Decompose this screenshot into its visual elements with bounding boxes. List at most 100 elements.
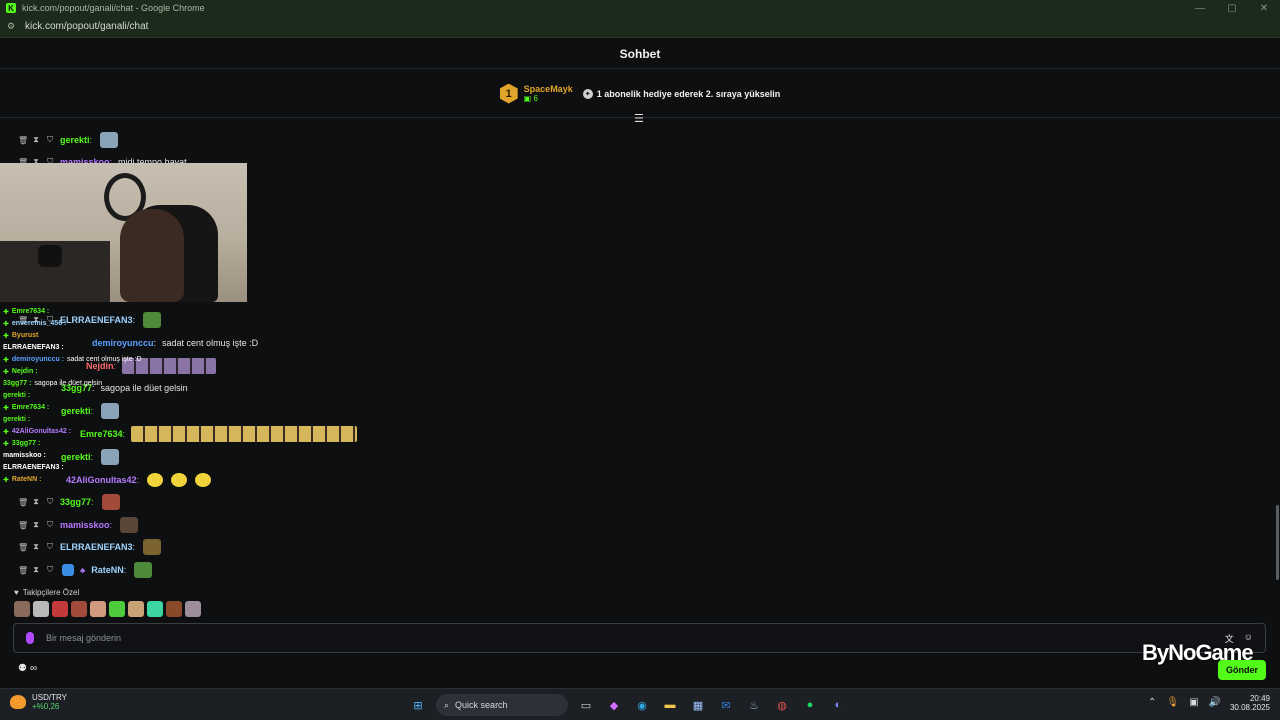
emote[interactable] (52, 601, 68, 617)
ban-icon[interactable]: ⛉ (46, 565, 54, 575)
maximize-button[interactable]: ▢ (1216, 3, 1248, 14)
overlay-line: ✚ enveremis_456 : (3, 320, 67, 328)
timeout-icon[interactable]: ⧗ (32, 497, 40, 507)
delete-icon[interactable]: 🗑 (18, 543, 28, 552)
emote[interactable] (109, 601, 125, 617)
chat-username[interactable]: RateNN (91, 565, 124, 575)
title-bar: K kick.com/popout/ganali/chat - Google C… (0, 0, 1280, 16)
address-bar[interactable]: ⚙ kick.com/popout/ganali/chat (0, 16, 1280, 38)
task-view-icon[interactable]: ▭ (576, 695, 596, 715)
tray-chevron-icon[interactable]: ⌃ (1148, 697, 1156, 708)
file-explorer-icon[interactable]: ▬ (660, 695, 680, 715)
ban-icon[interactable]: ⛉ (46, 135, 54, 145)
ticker-change: +%0,26 (32, 702, 60, 711)
ticker-widget[interactable]: USD/TRY +%0,26 (10, 693, 67, 711)
ticker-name: USD/TRY (32, 693, 67, 702)
chat-message[interactable]: 🗑 ⧗ ⛉ ♣ RateNN: (18, 560, 153, 580)
network-icon[interactable]: ▣ (1189, 697, 1198, 708)
streamer (120, 209, 184, 302)
chat-username[interactable]: 33gg77 (60, 497, 91, 507)
chat-scrollbar[interactable] (1276, 505, 1279, 580)
overlay-line: ✚ 42AliGonultas42 : (3, 428, 72, 436)
overlay-user: 42AliGonultas42 : (11, 428, 72, 435)
ban-icon[interactable]: ⛉ (46, 520, 54, 530)
chat-username[interactable]: ELRRAENEFAN3 (60, 542, 133, 552)
top-gifter[interactable]: SpaceMayk ▣ 6 (524, 84, 573, 103)
delete-icon[interactable]: 🗑 (18, 136, 28, 145)
spotify-icon[interactable]: ● (800, 695, 820, 715)
taskbar-search[interactable]: ⌕ Quick search (436, 694, 568, 716)
timeout-icon[interactable]: ⧗ (32, 565, 40, 575)
emote[interactable] (100, 132, 119, 148)
windows-start-icon[interactable]: ⊞ (408, 695, 428, 715)
delete-icon[interactable]: 🗑 (18, 521, 28, 530)
chat-message[interactable]: 🗑 ⧗ ⛉ 33gg77: (18, 492, 120, 512)
top-gifter-name[interactable]: SpaceMayk (524, 84, 573, 94)
taskbar: USD/TRY +%0,26 ⊞ ⌕ Quick search ▭ ◆ ◉ ▬ … (0, 688, 1280, 720)
tray-microphone-icon[interactable]: 🎙 (1166, 697, 1179, 708)
outlook-icon[interactable]: ✉ (716, 695, 736, 715)
chrome-icon[interactable]: ◍ (772, 695, 792, 715)
overlay-line: ✚ 33gg77 : (3, 440, 41, 448)
clock[interactable]: 20:49 30.08.2025 (1228, 694, 1270, 712)
overlay-user: Emre7634 : (11, 308, 50, 315)
delete-icon[interactable]: 🗑 (18, 498, 28, 507)
overlay-line: ✚ demiroyunccu : sadat cent olmuş işte :D (3, 356, 142, 364)
overlay-user: enveremis_456 : (11, 320, 67, 327)
url-text[interactable]: kick.com/popout/ganali/chat (25, 21, 148, 32)
emote[interactable] (185, 601, 201, 617)
site-settings-icon[interactable]: ⚙ (7, 21, 21, 32)
emote[interactable] (143, 539, 162, 555)
emote[interactable] (166, 601, 182, 617)
discord-icon[interactable]: ◐ (828, 695, 848, 715)
message-input[interactable]: Bir mesaj gönderin 文 ☺ (13, 623, 1266, 653)
overlay-user: 33gg77 : (3, 380, 32, 387)
timeout-icon[interactable]: ⧗ (32, 135, 40, 145)
overlay-user: demiroyunccu : (11, 356, 64, 363)
overlay-user: Emre7634 : (11, 404, 50, 411)
gift-leaderboard[interactable]: 1 SpaceMayk ▣ 6 ✦ 1 abonelik hediye eder… (0, 70, 1280, 118)
emote-bar (14, 601, 201, 617)
chat-message[interactable]: 🗑 ⧗ ⛉ gerekti: (18, 130, 119, 150)
volume-icon[interactable]: 🔊 (1209, 697, 1221, 708)
steam-icon[interactable]: ♨ (744, 695, 764, 715)
store-icon[interactable]: ▦ (688, 695, 708, 715)
overlay-line: ✚ RateNN : (3, 476, 42, 484)
delete-icon[interactable]: 🗑 (18, 566, 28, 575)
overlay-line: ✚ Emre7634 : (3, 308, 50, 316)
close-button[interactable]: ✕ (1248, 3, 1280, 14)
channel-points[interactable]: ⚉ ∞ (18, 663, 37, 674)
sub-badge-icon: ♣ (80, 565, 86, 575)
emote[interactable] (101, 494, 120, 510)
send-button[interactable]: Gönder (1218, 660, 1266, 680)
emote[interactable] (128, 601, 144, 617)
overlay-line: ✚ Nejdin : (3, 368, 38, 376)
emote[interactable] (120, 517, 139, 533)
overlay-line: gerekti : (3, 414, 30, 425)
copilot-icon[interactable]: ◆ (604, 695, 624, 715)
edge-icon[interactable]: ◉ (632, 695, 652, 715)
emote[interactable] (71, 601, 87, 617)
chat-username[interactable]: mamisskoo (60, 520, 110, 530)
timeout-icon[interactable]: ⧗ (32, 520, 40, 530)
chat-message[interactable]: 🗑 ⧗ ⛉ ELRRAENEFAN3: (18, 537, 162, 557)
ban-icon[interactable]: ⛉ (46, 497, 54, 507)
chrome-window: K kick.com/popout/ganali/chat - Google C… (0, 0, 1280, 720)
emote[interactable] (33, 601, 49, 617)
microphone-icon[interactable] (26, 632, 34, 644)
chat-message[interactable]: 🗑 ⧗ ⛉ mamisskoo: (18, 515, 139, 535)
emote[interactable] (147, 601, 163, 617)
emote[interactable] (14, 601, 30, 617)
overlay-text: sagopa ile düet gelsin (34, 380, 103, 387)
chat-username[interactable]: gerekti (60, 135, 90, 145)
followers-label: Takipçilere Özel (22, 588, 80, 597)
timeout-icon[interactable]: ⧗ (32, 542, 40, 552)
message-placeholder[interactable]: Bir mesaj gönderin (46, 633, 121, 643)
gift-count-value: 6 (533, 94, 538, 103)
emote[interactable] (90, 601, 106, 617)
overlay-user: 33gg77 : (11, 440, 41, 447)
emote[interactable] (134, 562, 153, 578)
minimize-button[interactable]: — (1184, 3, 1216, 14)
ban-icon[interactable]: ⛉ (46, 542, 54, 552)
overlay-line: 33gg77 : sagopa ile düet gelsin (3, 378, 102, 389)
